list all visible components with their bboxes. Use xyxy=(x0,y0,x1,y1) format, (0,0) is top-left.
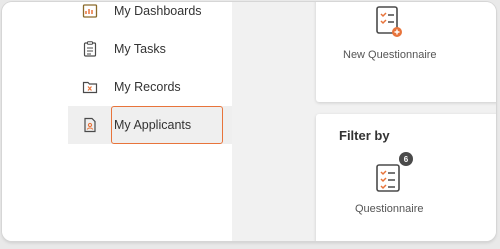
selection-highlight xyxy=(111,106,223,144)
tasks-clipboard-icon xyxy=(81,40,99,58)
app-window: My Dashboards My Tasks My Records My App… xyxy=(2,2,496,241)
filter-title: Filter by xyxy=(339,128,390,143)
questionnaire-icon xyxy=(373,162,403,194)
sidebar-item-label: My Dashboards xyxy=(114,4,202,18)
sidebar-item-my-tasks[interactable]: My Tasks xyxy=(68,30,232,68)
applicants-document-icon xyxy=(81,116,99,134)
sidebar-item-my-dashboards[interactable]: My Dashboards xyxy=(68,2,232,30)
filter-card: Filter by 6 Questionnaire xyxy=(316,114,496,241)
questionnaire-filter[interactable]: 6 Questionnaire xyxy=(316,152,496,224)
dashboard-icon xyxy=(81,2,99,20)
records-folder-icon xyxy=(81,78,99,96)
sidebar: My Dashboards My Tasks My Records My App… xyxy=(2,2,232,241)
sidebar-item-label: My Records xyxy=(114,80,181,94)
new-questionnaire-label: New Questionnaire xyxy=(343,49,437,61)
questionnaire-label: Questionnaire xyxy=(355,203,424,215)
sidebar-item-my-records[interactable]: My Records xyxy=(68,68,232,106)
new-questionnaire-card[interactable]: New Questionnaire xyxy=(316,2,496,102)
questionnaire-count-badge: 6 xyxy=(399,152,413,166)
main-content: New Questionnaire Filter by 6 Questionna… xyxy=(232,2,496,241)
new-questionnaire-icon xyxy=(373,4,403,38)
sidebar-item-label: My Tasks xyxy=(114,42,166,56)
